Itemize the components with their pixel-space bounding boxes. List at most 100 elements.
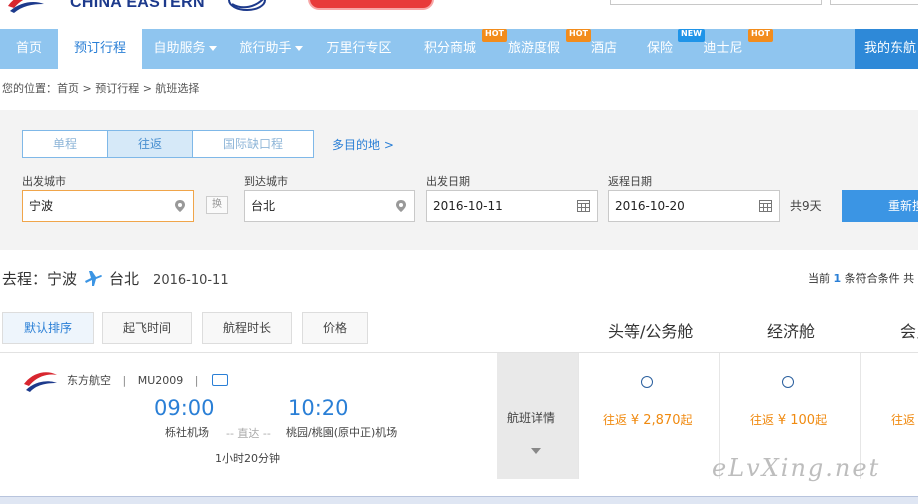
watermark: eLvXing.net — [712, 454, 881, 482]
fare-radio[interactable] — [641, 376, 653, 388]
airline-name: 东方航空 — [67, 374, 111, 387]
chevron-down-icon — [531, 448, 541, 454]
depart-date-value: 2016-10-11 — [433, 199, 503, 213]
route-to: 台北 — [109, 270, 140, 288]
main-nav: 首页 预订行程 自助服务 旅行助手 万里行专区 积分商城 HOT 旅游度假 HO… — [0, 29, 918, 69]
trip-duration-text: 共9天 — [790, 199, 822, 213]
nav-label: 自助服务 — [153, 41, 206, 56]
header-login-box[interactable] — [830, 0, 918, 5]
promo-banner[interactable] — [308, 0, 434, 10]
cabin-header-first-business: 头等/公务舱 — [608, 322, 694, 341]
from-city-input[interactable]: 宁波 — [22, 190, 194, 222]
chevron-down-icon — [294, 46, 303, 51]
depart-date-label: 出发日期 — [426, 175, 470, 188]
fare-prefix: 往返 — [891, 413, 916, 427]
fare-suffix: 起 — [815, 413, 828, 427]
multi-destination-link[interactable]: 多目的地 > — [332, 136, 394, 153]
tab-open-jaw[interactable]: 国际缺口程 — [192, 130, 314, 158]
china-eastern-logo-icon — [24, 372, 57, 392]
calendar-icon — [577, 200, 590, 212]
sort-departure-time-button[interactable]: 起飞时间 — [102, 312, 192, 344]
fare-option-first-business[interactable]: 往返 ¥ 2,870起 — [578, 353, 719, 479]
nav-label: 万里行专区 — [326, 41, 392, 56]
return-date-input[interactable]: 2016-10-20 — [608, 190, 780, 222]
aircraft-type-icon[interactable] — [211, 374, 228, 386]
tab-round-trip[interactable]: 往返 — [107, 130, 193, 158]
hot-badge: HOT — [748, 29, 773, 42]
route-from: 宁波 — [47, 270, 78, 288]
skyteam-logo-icon — [228, 0, 266, 11]
departure-time: 09:00 — [154, 396, 215, 420]
flight-number: MU2009 — [137, 374, 184, 387]
result-count: 当前 1 条符合条件 共 — [808, 270, 914, 286]
nav-label: 旅游度假 — [507, 41, 560, 56]
sort-default-button[interactable]: 默认排序 — [2, 312, 94, 344]
flight-details-toggle[interactable]: 航班详情 — [497, 353, 578, 479]
nav-item-travel-assistant[interactable]: 旅行助手 — [228, 29, 314, 69]
fare-price: 往返 ¥ 2,870起 — [603, 411, 692, 428]
result-prefix: 当前 — [808, 272, 830, 285]
china-eastern-logo-icon[interactable] — [6, 0, 46, 14]
nav-label: 迪士尼 — [703, 41, 743, 56]
sort-duration-button[interactable]: 航程时长 — [202, 312, 292, 344]
nav-item-self-service[interactable]: 自助服务 — [142, 29, 228, 69]
sort-price-button[interactable]: 价格 — [302, 312, 368, 344]
to-city-input[interactable]: 台北 — [244, 190, 415, 222]
header-search-box[interactable] — [610, 0, 822, 5]
nav-item-booking[interactable]: 预订行程 — [58, 29, 142, 69]
fare-price: 往返 — [891, 411, 915, 428]
direct-flight-label: -- 直达 -- — [226, 427, 271, 440]
return-date-value: 2016-10-20 — [615, 199, 685, 213]
calendar-icon — [759, 200, 772, 212]
swap-cities-button[interactable]: 换 — [206, 196, 228, 214]
brand-name: CHINA EASTERN — [70, 0, 205, 11]
nav-label: 首页 — [15, 41, 42, 56]
nav-label: 酒店 — [590, 41, 617, 56]
fare-amount: ¥ 2,870 — [630, 413, 681, 428]
result-suffix: 条符合条件 共 — [844, 272, 915, 285]
chevron-down-icon — [208, 46, 217, 51]
from-city-label: 出发城市 — [22, 175, 66, 188]
departure-airport: 栎社机场 — [165, 426, 209, 439]
nav-item-home[interactable]: 首页 — [0, 29, 58, 69]
my-account-button[interactable]: 我的东航 — [855, 29, 918, 69]
fare-suffix: 起 — [680, 413, 693, 427]
route-summary: 去程：宁波 台北 2016-10-11 — [2, 268, 229, 289]
nav-item-hotel[interactable]: 酒店 — [576, 29, 632, 69]
route-prefix: 去程： — [2, 270, 48, 288]
cabin-header-economy: 经济舱 — [767, 322, 816, 341]
nav-item-points-mall[interactable]: 积分商城 — [408, 29, 492, 69]
nav-item-vacation[interactable]: 旅游度假 — [492, 29, 576, 69]
from-city-value: 宁波 — [29, 199, 54, 213]
bottom-toolbar — [0, 496, 918, 504]
location-pin-icon — [396, 200, 406, 212]
nav-label: 积分商城 — [423, 41, 476, 56]
cabin-header-member: 会员 — [900, 322, 918, 341]
fare-prefix: 往返 — [750, 413, 775, 427]
flight-meta: 东方航空 | MU2009 | — [67, 372, 228, 388]
to-city-value: 台北 — [251, 199, 276, 213]
research-button[interactable]: 重新搜索 — [842, 190, 918, 222]
nav-label: 预订行程 — [73, 41, 126, 56]
plane-icon — [85, 271, 102, 286]
flight-search-panel: 单程 往返 国际缺口程 多目的地 > 出发城市 宁波 换 到达城市 台北 出发日… — [0, 110, 918, 250]
fare-radio[interactable] — [782, 376, 794, 388]
flight-details-label: 航班详情 — [507, 411, 556, 425]
route-date: 2016-10-11 — [153, 273, 229, 288]
fare-prefix: 往返 — [603, 413, 628, 427]
flight-duration: 1小时20分钟 — [215, 452, 280, 465]
breadcrumb: 您的位置：首页 > 预订行程 > 航班选择 — [2, 82, 200, 95]
site-header: CHINA EASTERN — [0, 0, 918, 28]
nav-label: 旅行助手 — [239, 41, 292, 56]
arrival-time: 10:20 — [288, 396, 349, 420]
depart-date-input[interactable]: 2016-10-11 — [426, 190, 598, 222]
nav-label: 保险 — [646, 41, 673, 56]
nav-item-eastern-miles[interactable]: 万里行专区 — [314, 29, 404, 69]
result-number: 1 — [833, 272, 842, 285]
location-pin-icon — [175, 200, 185, 212]
arrival-airport: 桃园/桃園(原中正)机场 — [286, 426, 398, 439]
to-city-label: 到达城市 — [244, 175, 288, 188]
fare-amount: ¥ 100 — [777, 413, 816, 428]
return-date-label: 返程日期 — [608, 175, 652, 188]
tab-one-way[interactable]: 单程 — [22, 130, 108, 158]
